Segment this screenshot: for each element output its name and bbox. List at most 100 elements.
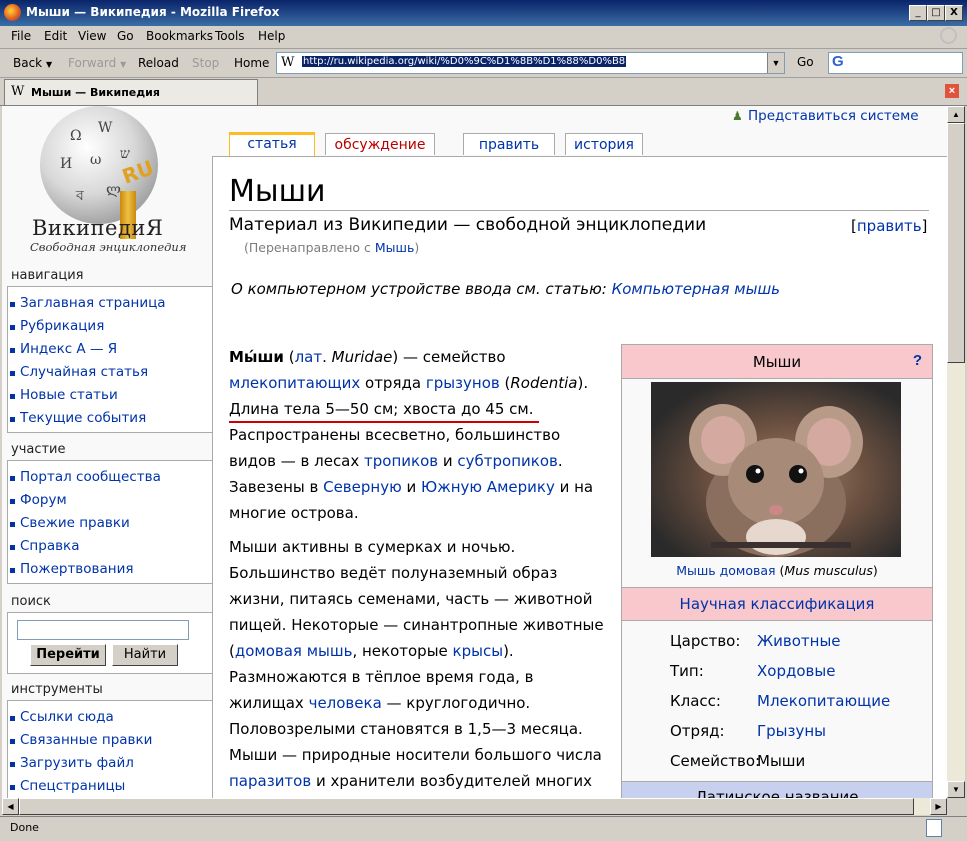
tab-article[interactable]: статья (229, 132, 315, 156)
login-link[interactable]: Представиться системе (748, 108, 919, 124)
menu-go[interactable]: Go (117, 29, 134, 43)
sidebar-item-index[interactable]: Индекс А — Я (9, 341, 117, 357)
edit-section-link[interactable]: править (857, 217, 922, 235)
sidebar-item-help[interactable]: Справка (9, 538, 79, 554)
link-mammals[interactable]: млекопитающих (229, 374, 360, 392)
home-button[interactable]: Home (234, 56, 269, 70)
nav-heading: навигация (11, 268, 84, 283)
title-divider (229, 210, 929, 211)
url-text[interactable]: http://ru.wikipedia.org/wiki/%D0%9C%D1%8… (302, 56, 627, 67)
link-north-america[interactable]: Северную (323, 478, 402, 496)
sidebar-item-community-portal[interactable]: Портал сообщества (10, 469, 161, 485)
search-engine-box[interactable]: G (828, 52, 963, 74)
taxobox-help-link[interactable]: ? (913, 352, 922, 369)
horizontal-scrollbar[interactable]: ◀ ▶ (2, 798, 947, 815)
scroll-left-icon[interactable]: ◀ (2, 798, 19, 815)
sidebar-item-categories[interactable]: Рубрикация (9, 318, 104, 334)
sidebar-item-related-changes[interactable]: Связанные правки (9, 732, 152, 748)
sidebar-item-upload[interactable]: Загрузить файл (10, 755, 134, 771)
url-bar[interactable]: W http://ru.wikipedia.org/wiki/%D0%9C%D1… (276, 52, 785, 74)
latin-name-header: Латинское название (622, 781, 932, 798)
tab-current[interactable]: W Мыши — Википедия (4, 79, 258, 105)
scroll-down-icon[interactable]: ▼ (947, 781, 965, 798)
text: , некоторые (352, 642, 453, 660)
sidebar-item-current-events[interactable]: Текущие события (9, 410, 146, 426)
link-south-america[interactable]: Южную Америку (421, 478, 555, 496)
link-human[interactable]: человека (309, 694, 382, 712)
stop-button[interactable]: Stop (192, 56, 219, 70)
link-tropics[interactable]: тропиков (364, 452, 438, 470)
sidebar-item-new-pages[interactable]: Новые статьи (10, 387, 118, 403)
link-house-mouse[interactable]: домовая мышь (235, 642, 353, 660)
maximize-button[interactable]: □ (927, 5, 945, 21)
page-info-icon[interactable] (926, 819, 942, 837)
vertical-scrollbar[interactable]: ▲ ▼ (947, 106, 965, 798)
link-rats[interactable]: крысы (453, 642, 504, 660)
search-find-button[interactable]: Найти (112, 644, 178, 666)
back-button[interactable]: Back ▼ (13, 56, 52, 70)
tab-discussion[interactable]: обсуждение (325, 133, 435, 155)
taxon-value-link[interactable]: Хордовые (757, 662, 835, 680)
close-tab-icon[interactable]: × (945, 84, 959, 98)
link-subtropics[interactable]: субтропиков (457, 452, 557, 470)
caption-link[interactable]: Мышь домовая (676, 563, 775, 578)
vertical-scroll-thumb[interactable] (947, 123, 965, 363)
reload-button[interactable]: Reload (138, 56, 179, 70)
back-dropdown-icon[interactable]: ▼ (46, 60, 52, 69)
menu-tools[interactable]: Tools (215, 29, 245, 43)
text: ( (499, 374, 511, 392)
tab-title: Мыши — Википедия (31, 86, 160, 99)
minimize-button[interactable]: _ (909, 5, 927, 21)
close-window-button[interactable]: X (945, 5, 963, 21)
latin-name: Muridae (331, 348, 393, 366)
photo-caption: Мышь домовая (Mus musculus) (676, 563, 878, 578)
wiki-search-input[interactable] (17, 620, 189, 640)
menu-file[interactable]: File (11, 29, 31, 43)
google-icon[interactable]: G (832, 53, 844, 70)
taxon-value-link[interactable]: Млекопитающие (757, 692, 890, 710)
mouse-photo[interactable] (651, 382, 901, 557)
sidebar-item-random[interactable]: Случайная статья (9, 364, 148, 380)
page-viewport: Ω W И ω ש ব ლ RU ВикипедиЯ Свободная энц… (2, 106, 947, 798)
site-subtitle: Материал из Википедии — свободной энцикл… (229, 215, 707, 235)
sidebar-item-donate[interactable]: Пожертвования (9, 561, 133, 577)
classification-header-link[interactable]: Научная классификация (622, 587, 932, 621)
search-go-button[interactable]: Перейти (30, 644, 106, 666)
go-button[interactable]: Go (797, 55, 814, 69)
menu-edit[interactable]: Edit (44, 29, 67, 43)
sidebar-item-main-page[interactable]: Заглавная страница (10, 295, 166, 311)
redirect-note: (Перенаправлено с Мышь) (244, 240, 419, 255)
taxon-value-link[interactable]: Животные (757, 632, 841, 650)
status-bar: Done (0, 816, 967, 841)
tools-portlet: Ссылки сюда Связанные правки Загрузить ф… (7, 700, 212, 798)
url-history-dropdown-icon[interactable]: ▼ (767, 53, 784, 73)
scroll-up-icon[interactable]: ▲ (947, 106, 965, 123)
logo-slogan: Свободная энциклопедия (30, 240, 187, 254)
menu-help[interactable]: Help (258, 29, 285, 43)
taxon-value-link[interactable]: Грызуны (757, 722, 826, 740)
link-parasites[interactable]: паразитов (229, 772, 311, 790)
tab-edit[interactable]: править (463, 133, 555, 155)
sidebar-item-what-links-here[interactable]: Ссылки сюда (10, 709, 114, 725)
participation-heading: участие (11, 442, 66, 457)
horizontal-scroll-thumb[interactable] (19, 798, 914, 815)
sidebar-item-recent-changes[interactable]: Свежие правки (10, 515, 130, 531)
menu-view[interactable]: View (78, 29, 106, 43)
redirect-link[interactable]: Мышь (375, 240, 414, 255)
menu-bookmarks[interactable]: Bookmarks (146, 29, 213, 43)
scroll-right-icon[interactable]: ▶ (930, 798, 947, 815)
dab-link[interactable]: Компьютерная мышь (612, 280, 780, 298)
sidebar-item-forum[interactable]: Форум (10, 492, 67, 508)
forward-button[interactable]: Forward ▼ (68, 56, 126, 70)
site-favicon-icon: W (281, 55, 295, 70)
forward-dropdown-icon[interactable]: ▼ (120, 60, 126, 69)
sidebar-item-special-pages[interactable]: Спецстраницы (9, 778, 125, 794)
tools-heading: инструменты (11, 682, 103, 697)
tab-history[interactable]: история (565, 133, 643, 155)
logo-wordmark: ВикипедиЯ (32, 216, 164, 240)
taxon-value: Мыши (757, 752, 806, 770)
taxobox-title: Мыши (752, 353, 802, 371)
link-latin[interactable]: лат (295, 348, 323, 366)
window-titlebar: Мыши — Википедия - Mozilla Firefox _ □ X (0, 0, 967, 26)
link-rodents[interactable]: грызунов (426, 374, 500, 392)
